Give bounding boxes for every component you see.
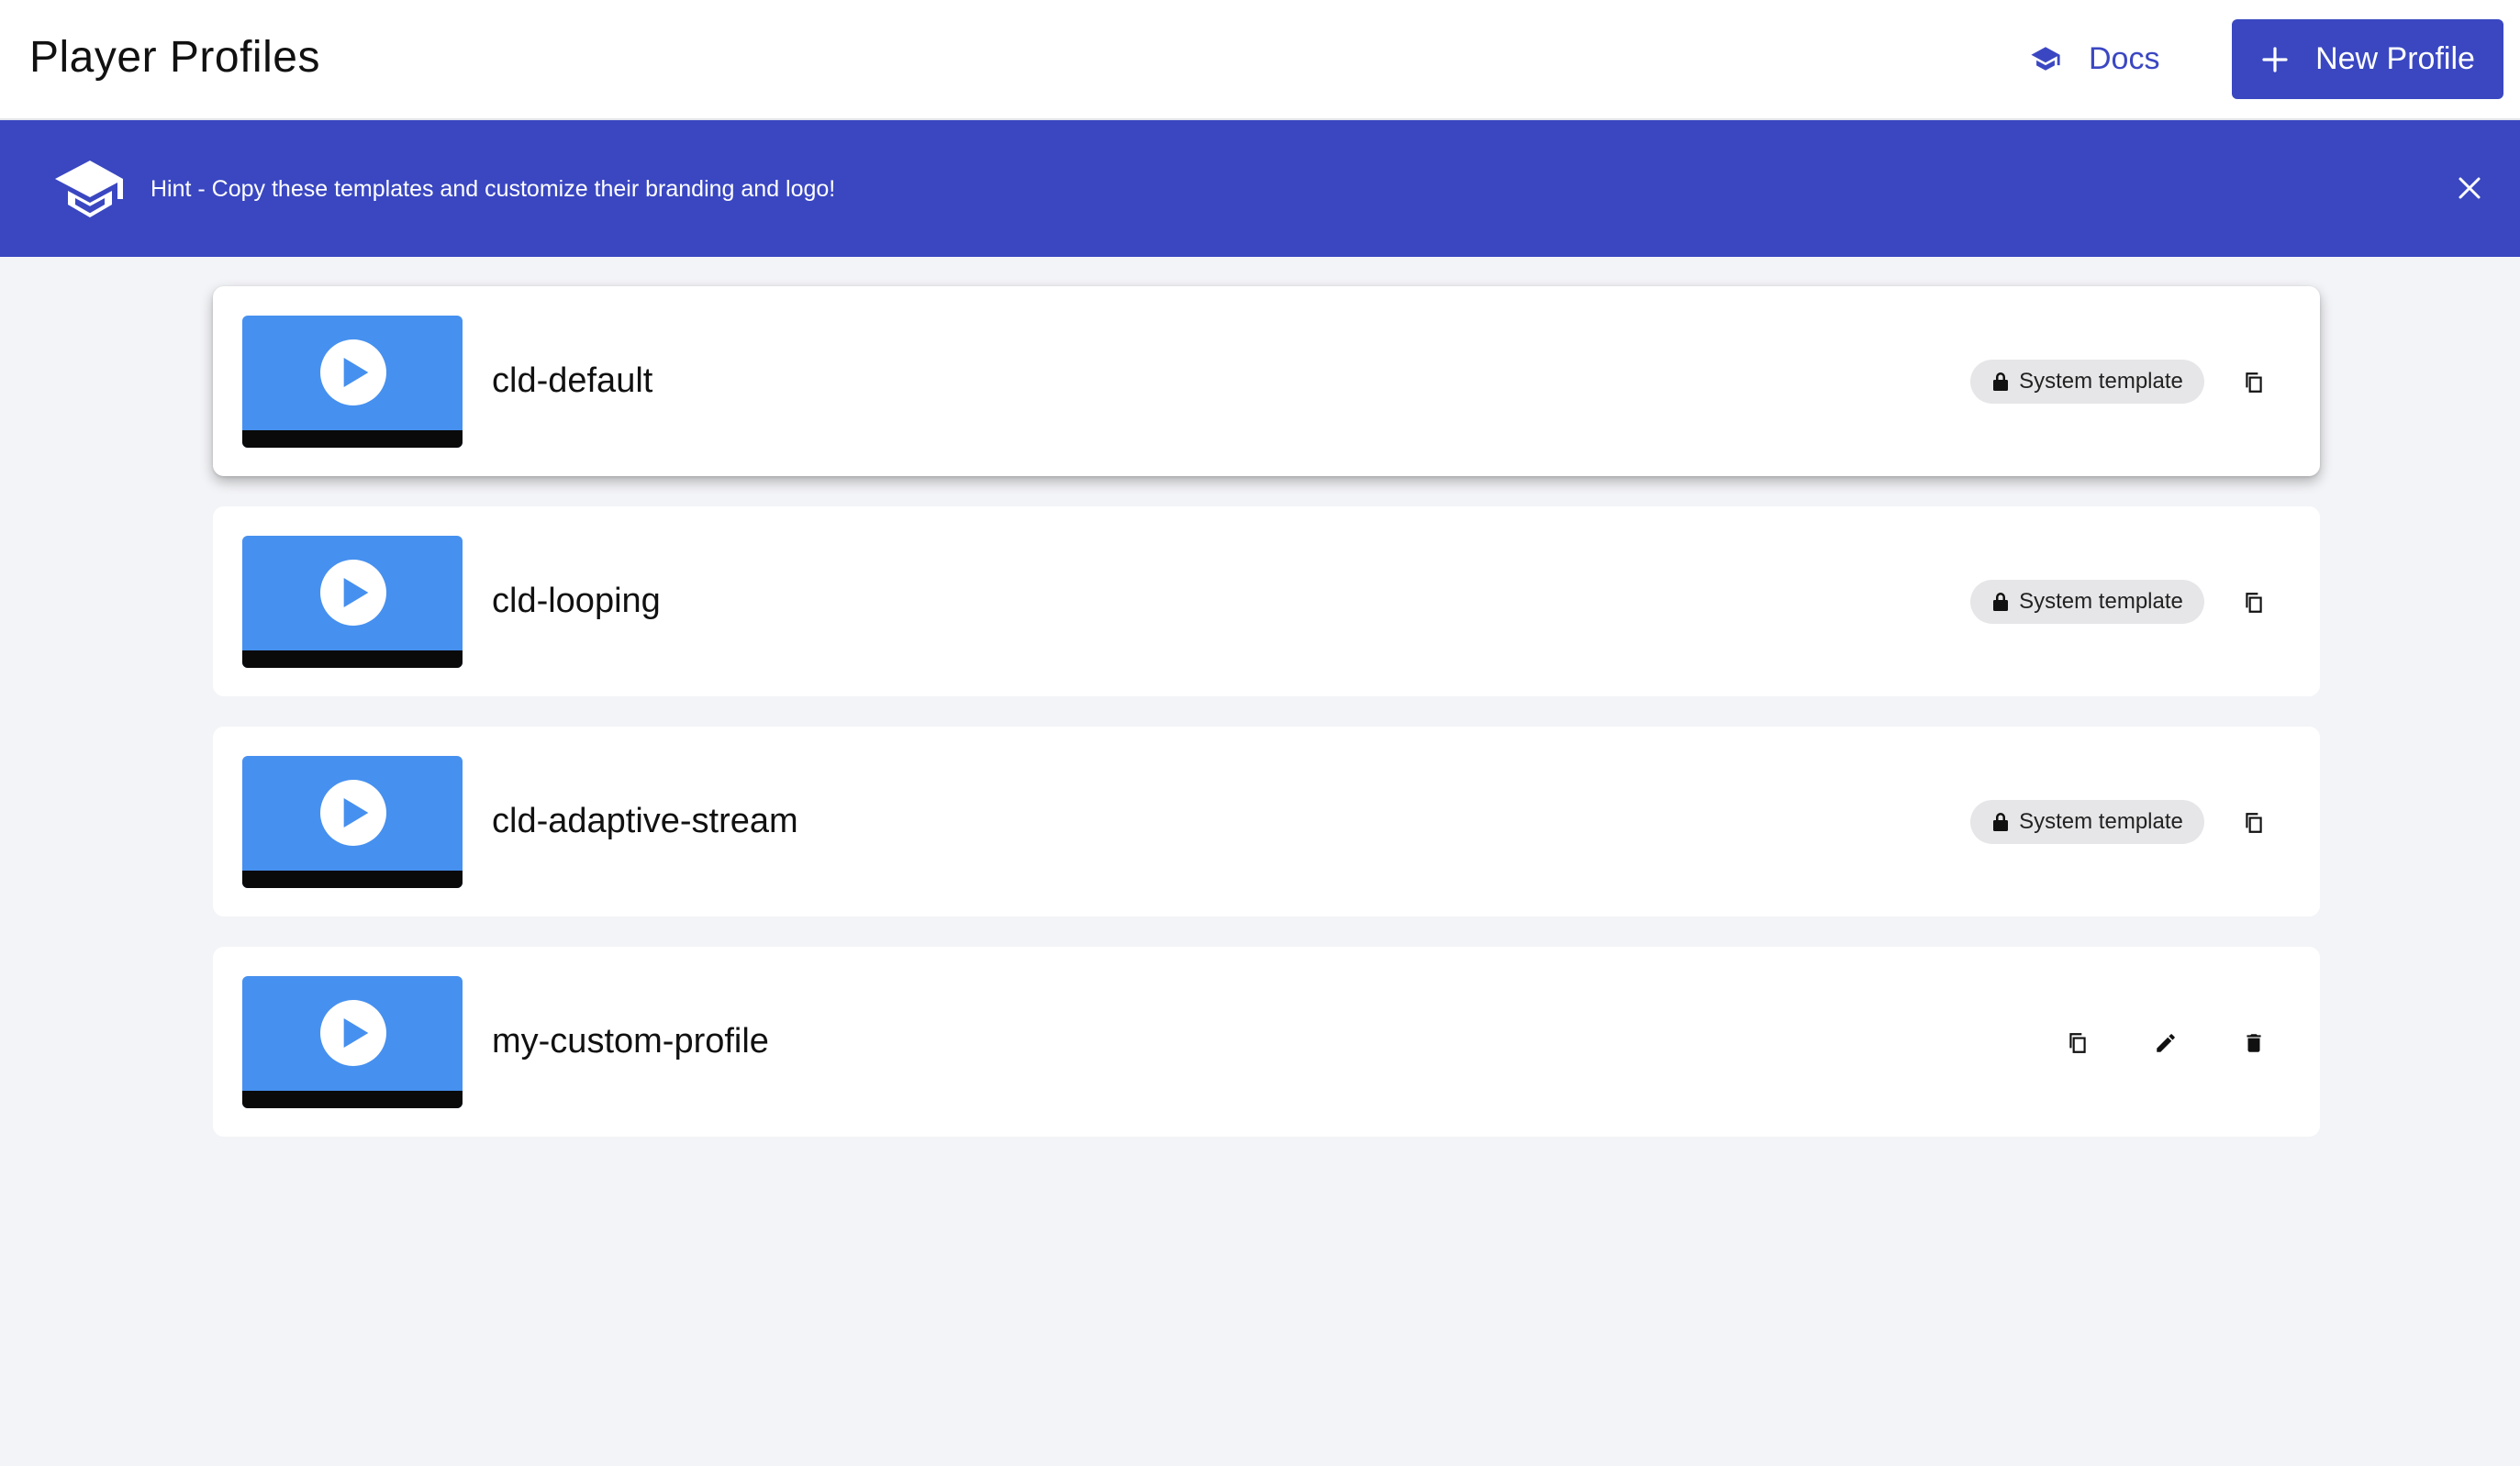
docs-link[interactable]: Docs [2030, 31, 2159, 86]
lock-icon [1993, 372, 2009, 391]
video-thumbnail [242, 756, 463, 888]
pencil-icon [2157, 1034, 2175, 1052]
play-icon [320, 780, 386, 846]
copy-icon [2246, 813, 2262, 833]
play-icon [320, 339, 386, 405]
profile-name: cld-default [492, 361, 653, 400]
profile-name: my-custom-profile [492, 1022, 769, 1061]
profile-name: cld-looping [492, 582, 661, 620]
profile-name: cld-adaptive-stream [492, 802, 798, 840]
play-icon [320, 1000, 386, 1066]
copy-button[interactable] [2231, 360, 2277, 405]
new-profile-label: New Profile [2315, 41, 2475, 76]
copy-icon [2246, 372, 2262, 393]
graduation-cap-icon [2031, 47, 2060, 71]
badge-label: System template [2019, 369, 2183, 394]
lock-icon [1993, 813, 2009, 831]
video-thumbnail [242, 316, 463, 448]
profile-list: cld-default System template cld-looping [213, 286, 2320, 1167]
plus-icon [2262, 46, 2288, 72]
copy-icon [2246, 593, 2262, 613]
profile-card[interactable]: cld-looping System template [213, 506, 2320, 696]
profile-card[interactable]: cld-default System template [213, 286, 2320, 476]
header: Player Profiles Docs New Profile [0, 0, 2520, 120]
profile-card[interactable]: cld-adaptive-stream System template [213, 727, 2320, 916]
hint-banner: Hint - Copy these templates and customiz… [0, 120, 2520, 257]
profile-card[interactable]: my-custom-profile [213, 947, 2320, 1137]
badge-label: System template [2019, 589, 2183, 614]
thumbnail-control-bar [242, 871, 463, 888]
thumbnail-control-bar [242, 430, 463, 448]
system-template-badge: System template [1970, 360, 2204, 404]
video-thumbnail [242, 536, 463, 668]
page-title: Player Profiles [29, 33, 320, 82]
banner-close-button[interactable] [2452, 171, 2487, 205]
copy-button[interactable] [2231, 580, 2277, 626]
graduation-cap-icon [55, 161, 123, 217]
system-template-badge: System template [1970, 800, 2204, 844]
copy-button[interactable] [2231, 800, 2277, 846]
copy-button[interactable] [2055, 1020, 2101, 1066]
badge-label: System template [2019, 809, 2183, 834]
copy-icon [2069, 1033, 2086, 1053]
edit-button[interactable] [2143, 1020, 2189, 1066]
video-thumbnail [242, 976, 463, 1108]
lock-icon [1993, 593, 2009, 611]
trash-icon [2247, 1034, 2261, 1052]
close-icon [2459, 177, 2481, 199]
system-template-badge: System template [1970, 580, 2204, 624]
thumbnail-control-bar [242, 650, 463, 668]
thumbnail-control-bar [242, 1091, 463, 1108]
hint-text: Hint - Copy these templates and customiz… [151, 176, 836, 202]
play-icon [320, 560, 386, 626]
new-profile-button[interactable]: New Profile [2232, 19, 2503, 99]
docs-label: Docs [2089, 40, 2160, 76]
delete-button[interactable] [2231, 1020, 2277, 1066]
